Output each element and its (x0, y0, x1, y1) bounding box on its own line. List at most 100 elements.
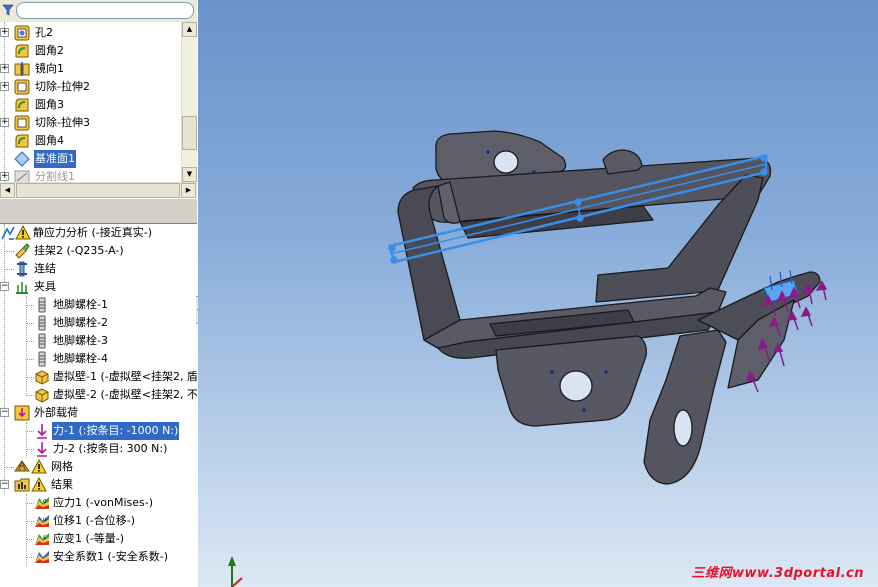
tree-item-results[interactable]: − 结果 (0, 476, 197, 494)
collapse-toggle[interactable]: − (0, 408, 9, 417)
stress-result-icon: σ (35, 497, 49, 509)
hole-feature-icon (14, 25, 30, 41)
tree-item-label: 镜向1 (35, 62, 64, 75)
tree-item-label: 地脚螺栓-1 (53, 298, 108, 311)
tree-item-label: 安全系数1 (-安全系数-) (53, 550, 169, 563)
coordinate-triad-icon (228, 556, 243, 587)
filter-funnel-icon[interactable] (2, 4, 14, 16)
graphics-viewport[interactable]: 三维网www.3dportal.cn (198, 0, 878, 587)
virtual-wall-icon (35, 388, 49, 403)
bolt-fixture-icon (38, 351, 46, 367)
tree-item-static-study[interactable]: 静应力分析 (-接近真实-) (0, 224, 197, 242)
tree-item-label: 地脚螺栓-3 (53, 334, 108, 347)
scroll-left-arrow-icon[interactable]: ◀ (0, 183, 15, 198)
fixture-icon (16, 282, 28, 294)
cut-extrude-feature-icon (14, 79, 30, 95)
feature-tree: + 孔2 圆角2 + 镜向1 + 切除-拉伸2 圆角3 + 切除-拉伸3 圆角4… (0, 22, 181, 182)
tree-item-force[interactable]: 力-1 (:按条目: -1000 N:) (0, 422, 197, 440)
vertical-scrollbar[interactable]: ▲ ▼ (181, 22, 197, 182)
collapse-toggle[interactable]: − (0, 282, 9, 291)
tree-item-connections[interactable]: 连结 (0, 260, 197, 278)
filter-search-input[interactable] (16, 2, 194, 19)
tree-item-force[interactable]: 力-2 (:按条目: 300 N:) (0, 440, 197, 458)
tree-item-label: 虚拟壁-2 (-虚拟壁<挂架2, 不 (53, 388, 197, 401)
plane-icon (14, 151, 30, 167)
part-material-icon (15, 243, 30, 259)
external-load-icon (14, 405, 30, 421)
virtual-wall-icon (35, 370, 49, 385)
expand-toggle[interactable]: + (0, 172, 9, 181)
expand-toggle[interactable]: + (0, 118, 9, 127)
tree-item-label: 地脚螺栓-2 (53, 316, 108, 329)
tree-item-fixture[interactable]: 地脚螺栓-4 (0, 350, 197, 368)
tree-item-fillet4[interactable]: 圆角4 (0, 132, 181, 150)
force-arrow-icon (37, 442, 47, 457)
collapse-toggle[interactable]: − (0, 480, 9, 489)
tree-item-result[interactable]: 安全系数1 (-安全系数-) (0, 548, 197, 566)
tree-item-fillet2[interactable]: 圆角2 (0, 42, 181, 60)
tree-item-mesh[interactable]: 网格 (0, 458, 197, 476)
tree-item-part[interactable]: 挂架2 (-Q235-A-) (0, 242, 197, 260)
svg-text:σ: σ (43, 498, 47, 505)
tree-item-result[interactable]: u 位移1 (-合位移-) (0, 512, 197, 530)
filter-bar (0, 0, 197, 22)
svg-text:u: u (43, 516, 47, 523)
tree-item-label: 静应力分析 (-接近真实-) (33, 226, 153, 239)
tree-item-fixture[interactable]: 虚拟壁-1 (-虚拟壁<挂架2, 盾 (0, 368, 197, 386)
scroll-down-arrow-icon[interactable]: ▼ (182, 167, 197, 182)
warning-icon (15, 225, 31, 240)
bolt-fixture-icon (38, 315, 46, 331)
tree-item-fixtures[interactable]: − 夹具 (0, 278, 197, 296)
tree-item-label: 孔2 (35, 26, 53, 39)
tree-item-label: 力-2 (:按条目: 300 N:) (53, 442, 168, 455)
tree-item-label: 应力1 (-vonMises-) (53, 496, 154, 509)
mirror-feature-icon (14, 62, 30, 76)
tree-item-result[interactable]: σ 应力1 (-vonMises-) (0, 494, 197, 512)
tree-item-label: 位移1 (-合位移-) (53, 514, 136, 527)
panel-splitter[interactable] (0, 198, 197, 224)
displacement-result-icon: u (35, 515, 49, 527)
bracket-3d-model (228, 130, 828, 587)
cut-extrude-feature-icon (14, 115, 30, 131)
warning-icon (31, 477, 47, 492)
tree-item-hole2[interactable]: + 孔2 (0, 24, 181, 42)
tree-item-label: 力-1 (:按条目: -1000 N:) (52, 422, 180, 440)
force-arrow-icon (37, 424, 47, 439)
study-icon (1, 226, 15, 240)
fillet-feature-icon (15, 44, 29, 58)
tree-item-result[interactable]: ε 应变1 (-等量-) (0, 530, 197, 548)
safety-factor-result-icon (35, 551, 49, 563)
expand-toggle[interactable]: + (0, 28, 9, 37)
tree-item-label: 圆角4 (35, 134, 64, 147)
tree-item-fillet3[interactable]: 圆角3 (0, 96, 181, 114)
tree-item-cut-extrude3[interactable]: + 切除-拉伸3 (0, 114, 181, 132)
expand-toggle[interactable]: + (0, 64, 9, 73)
scroll-thumb[interactable] (16, 183, 180, 198)
scroll-thumb[interactable] (182, 116, 197, 150)
simulation-tree: 静应力分析 (-接近真实-) 挂架2 (-Q235-A-) 连结 − 夹具 地脚… (0, 224, 197, 587)
tree-item-fixture[interactable]: 地脚螺栓-3 (0, 332, 197, 350)
tree-item-cut-extrude2[interactable]: + 切除-拉伸2 (0, 78, 181, 96)
scroll-right-arrow-icon[interactable]: ▶ (181, 183, 196, 198)
bracket-body (397, 130, 821, 485)
tree-item-plane1[interactable]: 基准面1 (0, 150, 181, 168)
tree-item-label: 挂架2 (-Q235-A-) (34, 244, 124, 257)
tree-item-fixture[interactable]: 地脚螺栓-1 (0, 296, 197, 314)
tree-item-mirror1[interactable]: + 镜向1 (0, 60, 181, 78)
scroll-up-arrow-icon[interactable]: ▲ (182, 22, 197, 37)
tree-item-split-line1[interactable]: + 分割线1 (0, 168, 181, 182)
tree-item-fixture[interactable]: 地脚螺栓-2 (0, 314, 197, 332)
horizontal-scrollbar[interactable]: ◀ ▶ (0, 182, 197, 198)
expand-toggle[interactable]: + (0, 82, 9, 91)
split-line-icon (14, 170, 30, 182)
tree-item-label: 分割线1 (35, 170, 75, 182)
svg-text:ε: ε (43, 534, 46, 541)
tree-item-fixture[interactable]: 虚拟壁-2 (-虚拟壁<挂架2, 不 (0, 386, 197, 404)
watermark-text: 三维网www.3dportal.cn (691, 566, 864, 581)
tree-item-label: 网格 (51, 460, 73, 473)
tree-item-external-loads[interactable]: − 外部载荷 (0, 404, 197, 422)
tree-item-label: 外部载荷 (34, 406, 78, 419)
mesh-icon (14, 460, 30, 472)
connections-icon (17, 261, 27, 277)
strain-result-icon: ε (35, 533, 49, 545)
